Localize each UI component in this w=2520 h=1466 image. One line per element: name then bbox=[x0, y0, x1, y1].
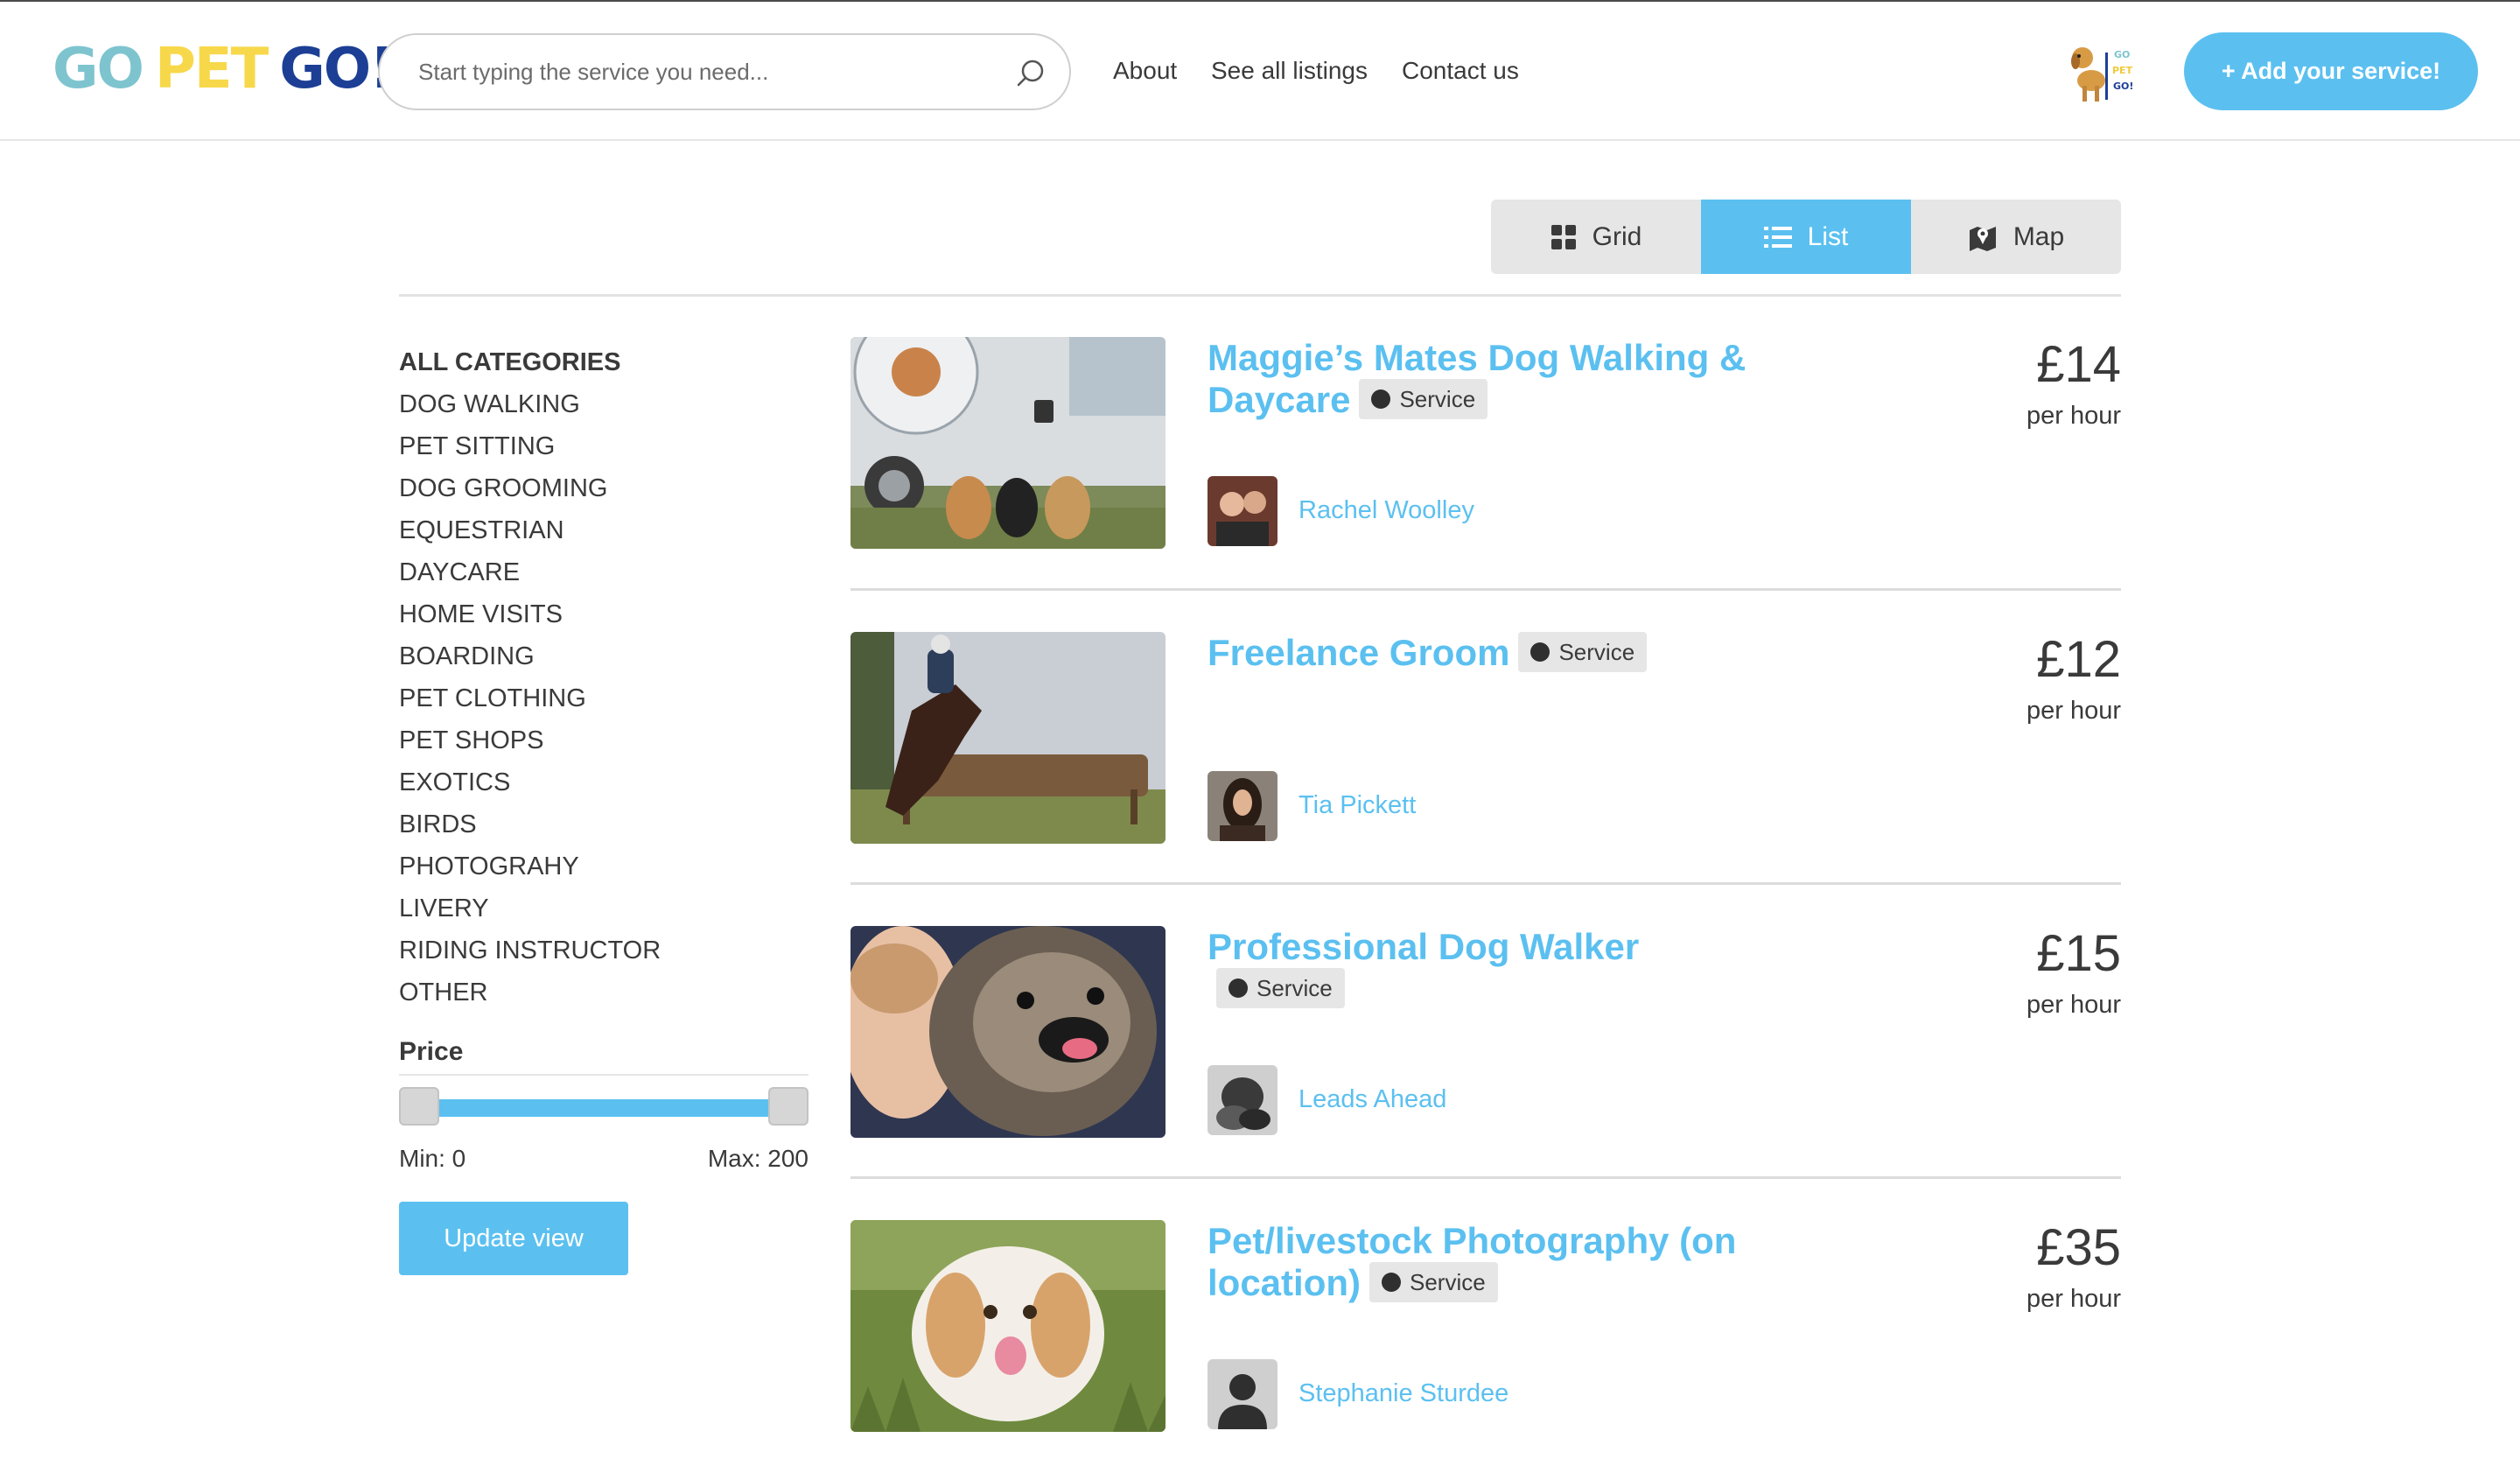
nav-about-link[interactable]: About bbox=[1113, 53, 1177, 88]
listing-title-text: Freelance Groom bbox=[1208, 632, 1510, 673]
search-icon[interactable] bbox=[1015, 58, 1046, 89]
category-photography[interactable]: PHOTOGRAHY bbox=[399, 845, 810, 887]
service-badge: Service bbox=[1359, 378, 1488, 419]
owner-avatar[interactable] bbox=[1208, 476, 1278, 546]
service-badge: Service bbox=[1369, 1261, 1498, 1302]
listing-price-unit: per hour bbox=[2026, 402, 2121, 430]
owner-name-link[interactable]: Rachel Woolley bbox=[1298, 493, 1474, 528]
category-daycare[interactable]: DAYCARE bbox=[399, 551, 810, 593]
listing-item: Maggie’s Mates Dog Walking & Daycare Serv… bbox=[850, 337, 2121, 631]
listing-image[interactable] bbox=[850, 337, 1166, 549]
logo-word-go-exclaim: GO! bbox=[279, 37, 395, 102]
service-dot-icon bbox=[1382, 1272, 1401, 1292]
owner-name-link[interactable]: Stephanie Sturdee bbox=[1298, 1376, 1508, 1411]
category-pet-sitting[interactable]: PET SITTING bbox=[399, 425, 810, 467]
list-icon bbox=[1763, 226, 1792, 248]
service-badge-label: Service bbox=[1558, 638, 1635, 665]
view-list-label: List bbox=[1807, 221, 1849, 251]
map-icon bbox=[1969, 226, 1996, 251]
mascot-text-go: GO bbox=[2114, 49, 2130, 60]
listing-price: £12 bbox=[2036, 631, 2121, 688]
listing-image[interactable] bbox=[850, 926, 1166, 1138]
listing-title[interactable]: Pet/livestock Photography (on location) S… bbox=[1208, 1220, 1768, 1306]
listing-price-unit: per hour bbox=[2026, 991, 2121, 1019]
listing-price: £14 bbox=[2036, 336, 2121, 393]
service-dot-icon bbox=[1371, 389, 1391, 409]
owner-name-link[interactable]: Leads Ahead bbox=[1298, 1082, 1446, 1117]
listing-title-text: Professional Dog Walker bbox=[1208, 926, 1640, 967]
listing-item: Freelance Groom Service Tia Pickett £12 p… bbox=[850, 588, 2121, 882]
service-badge-label: Service bbox=[1256, 974, 1333, 1001]
category-home-visits[interactable]: HOME VISITS bbox=[399, 593, 810, 635]
mascot-logo-icon: GO PET GO! bbox=[2071, 47, 2133, 102]
category-boarding[interactable]: BOARDING bbox=[399, 635, 810, 677]
category-riding-instructor[interactable]: RIDING INSTRUCTOR bbox=[399, 929, 810, 971]
listing-title[interactable]: Freelance Groom Service bbox=[1208, 631, 1768, 676]
view-grid-button[interactable]: Grid bbox=[1491, 200, 1701, 274]
price-max-label: Max: 200 bbox=[707, 1145, 808, 1172]
service-badge: Service bbox=[1518, 631, 1648, 672]
update-view-button[interactable]: Update view bbox=[399, 1202, 628, 1275]
price-range-slider[interactable] bbox=[399, 1087, 808, 1126]
service-badge-label: Service bbox=[1399, 385, 1476, 412]
price-range-track bbox=[418, 1099, 789, 1117]
listing-price-unit: per hour bbox=[2026, 697, 2121, 725]
owner-avatar-placeholder[interactable] bbox=[1208, 1359, 1278, 1429]
mascot-text-pet: PET bbox=[2112, 65, 2133, 76]
view-map-button[interactable]: Map bbox=[1911, 200, 2121, 274]
listing-title[interactable]: Professional Dog Walker Service bbox=[1208, 926, 1768, 1012]
price-filter-divider bbox=[399, 1074, 808, 1076]
listing-item: Pet/livestock Photography (on location) S… bbox=[850, 1176, 2121, 1466]
category-equestrian[interactable]: EQUESTRIAN bbox=[399, 509, 810, 551]
category-pet-shops[interactable]: PET SHOPS bbox=[399, 719, 810, 761]
mascot-text-go-exclaim: GO! bbox=[2113, 81, 2133, 92]
search-input[interactable] bbox=[418, 53, 978, 91]
nav-see-all-listings-link[interactable]: See all listings bbox=[1211, 53, 1368, 88]
price-max-handle[interactable] bbox=[768, 1087, 808, 1126]
listing-price: £35 bbox=[2036, 1219, 2121, 1276]
site-logo[interactable]: GO PET GO! bbox=[52, 37, 395, 102]
listing-title[interactable]: Maggie’s Mates Dog Walking & Daycare Serv… bbox=[1208, 337, 1768, 423]
content-divider bbox=[399, 294, 2121, 297]
view-list-button[interactable]: List bbox=[1701, 200, 1911, 274]
category-sidebar: ALL CATEGORIES DOG WALKING PET SITTING D… bbox=[399, 341, 810, 1014]
category-dog-grooming[interactable]: DOG GROOMING bbox=[399, 467, 810, 509]
logo-word-pet: PET bbox=[154, 37, 269, 102]
search-box bbox=[378, 33, 1071, 110]
listing-image[interactable] bbox=[850, 632, 1166, 844]
owner-avatar[interactable] bbox=[1208, 1065, 1278, 1135]
category-dog-walking[interactable]: DOG WALKING bbox=[399, 383, 810, 425]
category-other[interactable]: OTHER bbox=[399, 971, 810, 1014]
service-dot-icon bbox=[1530, 642, 1550, 662]
view-toggle: Grid List Map bbox=[1491, 200, 2121, 274]
nav-contact-link[interactable]: Contact us bbox=[1402, 53, 1519, 88]
listing-divider bbox=[850, 882, 2121, 885]
site-header: GO PET GO! About See all listings Contac… bbox=[0, 2, 2520, 141]
category-birds[interactable]: BIRDS bbox=[399, 803, 810, 845]
add-your-service-button[interactable]: + Add your service! bbox=[2184, 32, 2478, 110]
category-exotics[interactable]: EXOTICS bbox=[399, 761, 810, 803]
listing-price-unit: per hour bbox=[2026, 1285, 2121, 1313]
grid-icon bbox=[1550, 224, 1576, 249]
listing-divider bbox=[850, 1176, 2121, 1179]
listing-divider bbox=[850, 588, 2121, 591]
listing-image[interactable] bbox=[850, 1220, 1166, 1432]
price-min-label: Min: 0 bbox=[399, 1145, 466, 1172]
owner-name-link[interactable]: Tia Pickett bbox=[1298, 788, 1416, 823]
service-badge: Service bbox=[1216, 967, 1345, 1008]
price-filter-title: Price bbox=[399, 1037, 464, 1066]
listing-price: £15 bbox=[2036, 925, 2121, 982]
category-all[interactable]: ALL CATEGORIES bbox=[399, 341, 810, 383]
view-map-label: Map bbox=[2012, 221, 2065, 251]
owner-avatar[interactable] bbox=[1208, 771, 1278, 841]
listing-item: Professional Dog Walker Service Leads Ahe… bbox=[850, 882, 2121, 1176]
view-grid-label: Grid bbox=[1592, 221, 1642, 251]
price-min-handle[interactable] bbox=[399, 1087, 439, 1126]
category-pet-clothing[interactable]: PET CLOTHING bbox=[399, 677, 810, 719]
logo-word-go: GO bbox=[52, 37, 144, 102]
category-livery[interactable]: LIVERY bbox=[399, 887, 810, 929]
service-dot-icon bbox=[1228, 978, 1248, 998]
service-badge-label: Service bbox=[1410, 1268, 1486, 1295]
